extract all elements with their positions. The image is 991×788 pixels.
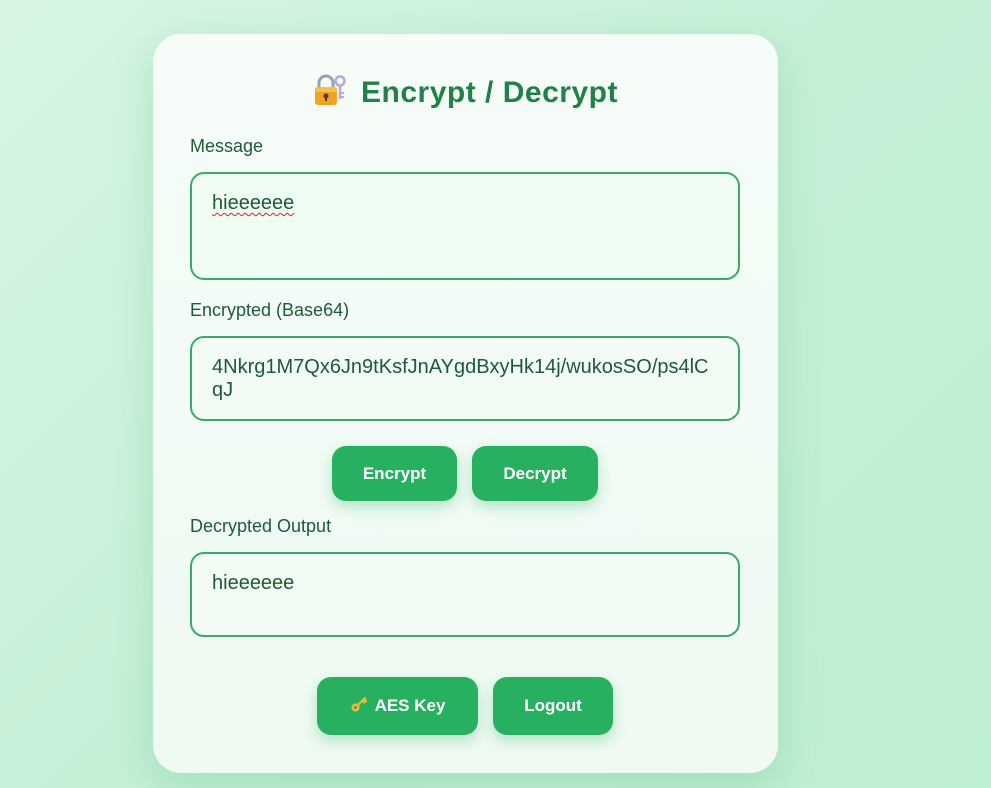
decrypted-output-text: hieeeeee — [212, 572, 295, 594]
lock-with-key-icon — [313, 74, 347, 114]
resize-handle-icon[interactable] — [726, 266, 735, 278]
decrypt-button[interactable]: Decrypt — [472, 446, 598, 501]
message-input[interactable]: hieeeeee — [190, 172, 740, 280]
page-title-text: Encrypt / Decrypt — [361, 76, 618, 109]
message-label: Message — [190, 136, 264, 156]
aes-key-button[interactable]: AES Key — [317, 677, 478, 735]
aes-key-button-label: AES Key — [374, 696, 446, 715]
page-title: Encrypt / Decrypt — [153, 74, 778, 114]
decrypted-output-field[interactable]: hieeeeee — [190, 552, 740, 637]
decrypted-output-label: Decrypted Output — [190, 516, 332, 536]
encrypted-label: Encrypted (Base64) — [190, 300, 350, 320]
message-input-text: hieeeeee — [212, 192, 295, 214]
logout-button[interactable]: Logout — [493, 677, 613, 735]
encrypted-output-text: 4Nkrg1M7Qx6Jn9tKsfJnAYgdBxyHk14j/wukosSO… — [212, 356, 709, 401]
resize-handle-icon[interactable] — [726, 407, 735, 419]
encrypt-button[interactable]: Encrypt — [332, 446, 457, 501]
encrypt-decrypt-card: Encrypt / Decrypt Message hieeeeee Encry… — [153, 34, 778, 773]
key-icon — [350, 695, 368, 718]
resize-handle-icon[interactable] — [726, 623, 735, 635]
encrypted-output-field[interactable]: 4Nkrg1M7Qx6Jn9tKsfJnAYgdBxyHk14j/wukosSO… — [190, 336, 740, 421]
